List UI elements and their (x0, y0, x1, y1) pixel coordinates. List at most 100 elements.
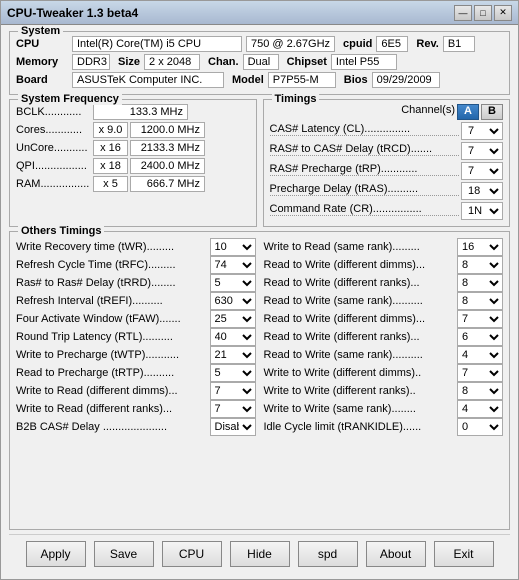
other-select-r3[interactable]: 8 (457, 292, 503, 310)
ram-value: 666.7 MHz (130, 176, 205, 192)
save-button[interactable]: Save (94, 541, 154, 567)
cores-multi: x 9.0 (93, 122, 128, 138)
memory-row: Memory DDR3 Size 2 x 2048 Chan. Dual Chi… (16, 54, 503, 70)
other-select-4[interactable]: 25 (210, 310, 256, 328)
other-select-5[interactable]: 40 (210, 328, 256, 346)
other-label-10: B2B CAS# Delay ..................... (16, 421, 208, 433)
other-row-r6: Read to Write (same rank).......... 4 (264, 346, 504, 364)
other-select-10[interactable]: Disab. (210, 418, 256, 436)
other-select-6[interactable]: 21 (210, 346, 256, 364)
mem-size: 2 x 2048 (144, 54, 200, 70)
others-panel: Others Timings Write Recovery time (tWR)… (9, 231, 510, 530)
apply-button[interactable]: Apply (26, 541, 86, 567)
other-label-2: Ras# to Ras# Delay (tRRD)........ (16, 277, 208, 289)
other-label-r8: Write to Write (different ranks).. (264, 385, 456, 397)
bclk-row: BCLK............ 133.3 MHz (16, 104, 250, 120)
bios-value: 09/29/2009 (372, 72, 440, 88)
freq-panel: System Frequency BCLK............ 133.3 … (9, 99, 257, 227)
rcd-label: RAS# to CAS# Delay (tRCD)....... (270, 143, 460, 156)
chan-label: Chan. (208, 56, 239, 68)
other-select-2[interactable]: 5 (210, 274, 256, 292)
rcd-select[interactable]: 78 (461, 142, 503, 160)
ras-select[interactable]: 1820 (461, 182, 503, 200)
other-label-r0: Write to Read (same rank)......... (264, 241, 456, 253)
other-select-7[interactable]: 5 (210, 364, 256, 382)
model-value: P7P55-M (268, 72, 336, 88)
ras-row: Precharge Delay (tRAS).......... 1820 (270, 182, 504, 200)
qpi-label: QPI................. (16, 160, 91, 172)
window-controls: — □ ✕ (454, 5, 512, 21)
other-row-r4: Read to Write (different dimms)... 7 (264, 310, 504, 328)
chan-value: Dual (243, 54, 279, 70)
rp-row: RAS# Precharge (tRP)............ 78 (270, 162, 504, 180)
ram-multi: x 5 (93, 176, 128, 192)
other-select-r1[interactable]: 8 (457, 256, 503, 274)
other-select-r9[interactable]: 4 (457, 400, 503, 418)
other-select-9[interactable]: 7 (210, 400, 256, 418)
other-label-r7: Write to Write (different dimms).. (264, 367, 456, 379)
other-select-r2[interactable]: 8 (457, 274, 503, 292)
rev-label: Rev. (416, 38, 438, 50)
other-row-r0: Write to Read (same rank)......... 16 (264, 238, 504, 256)
bottom-bar: Apply Save CPU Hide spd About Exit (9, 534, 510, 573)
cores-label: Cores............ (16, 124, 91, 136)
ram-label: RAM................ (16, 178, 91, 190)
cr-label: Command Rate (CR)................ (270, 203, 460, 216)
other-select-1[interactable]: 74 (210, 256, 256, 274)
hide-button[interactable]: Hide (230, 541, 290, 567)
other-row-r2: Read to Write (different ranks)... 8 (264, 274, 504, 292)
rp-select[interactable]: 78 (461, 162, 503, 180)
main-content: System CPU Intel(R) Core(TM) i5 CPU 750 … (1, 25, 518, 579)
other-label-r9: Write to Write (same rank)........ (264, 403, 456, 415)
rev-value: B1 (443, 36, 475, 52)
bclk-value: 133.3 MHz (93, 104, 188, 120)
other-select-r0[interactable]: 16 (457, 238, 503, 256)
other-label-1: Refresh Cycle Time (tRFC)......... (16, 259, 208, 271)
bios-label: Bios (344, 74, 368, 86)
others-grid: Write Recovery time (tWR)......... 10 Re… (16, 238, 503, 436)
other-row-6: Write to Precharge (tWTP)........... 21 (16, 346, 256, 364)
rp-label: RAS# Precharge (tRP)............ (270, 163, 460, 176)
other-row-8: Write to Read (different dimms)... 7 (16, 382, 256, 400)
qpi-value: 2400.0 MHz (130, 158, 205, 174)
title-bar: CPU-Tweaker 1.3 beta4 — □ ✕ (1, 1, 518, 25)
channel-b-button[interactable]: B (481, 104, 503, 120)
exit-button[interactable]: Exit (434, 541, 494, 567)
cpu-label: CPU (16, 38, 68, 50)
other-label-r4: Read to Write (different dimms)... (264, 313, 456, 325)
close-button[interactable]: ✕ (494, 5, 512, 21)
channel-a-button[interactable]: A (457, 104, 479, 120)
other-select-0[interactable]: 10 (210, 238, 256, 256)
memory-label: Memory (16, 56, 68, 68)
other-select-r6[interactable]: 4 (457, 346, 503, 364)
other-row-1: Refresh Cycle Time (tRFC)......... 74 (16, 256, 256, 274)
channel-header: Channel(s) A B (270, 104, 504, 120)
cr-select[interactable]: 1N2N (461, 202, 503, 220)
spd-button[interactable]: spd (298, 541, 358, 567)
minimize-button[interactable]: — (454, 5, 472, 21)
about-button[interactable]: About (366, 541, 426, 567)
other-select-r10[interactable]: 0 (457, 418, 503, 436)
other-label-4: Four Activate Window (tFAW)....... (16, 313, 208, 325)
system-group: System CPU Intel(R) Core(TM) i5 CPU 750 … (9, 31, 510, 95)
other-label-6: Write to Precharge (tWTP)........... (16, 349, 208, 361)
board-value: ASUSTeK Computer INC. (72, 72, 224, 88)
other-row-0: Write Recovery time (tWR)......... 10 (16, 238, 256, 256)
other-row-r7: Write to Write (different dimms).. 7 (264, 364, 504, 382)
window-title: CPU-Tweaker 1.3 beta4 (7, 6, 138, 20)
chipset-value: Intel P55 (331, 54, 397, 70)
bclk-label: BCLK............ (16, 106, 91, 118)
other-select-r5[interactable]: 6 (457, 328, 503, 346)
other-row-3: Refresh Interval (tREFI).......... 630 (16, 292, 256, 310)
other-select-r4[interactable]: 7 (457, 310, 503, 328)
other-select-8[interactable]: 7 (210, 382, 256, 400)
board-row: Board ASUSTeK Computer INC. Model P7P55-… (16, 72, 503, 88)
other-row-7: Read to Precharge (tRTP).......... 5 (16, 364, 256, 382)
other-select-3[interactable]: 630 (210, 292, 256, 310)
maximize-button[interactable]: □ (474, 5, 492, 21)
other-select-r8[interactable]: 8 (457, 382, 503, 400)
other-select-r7[interactable]: 7 (457, 364, 503, 382)
cas-select[interactable]: 789 (461, 122, 503, 140)
cpu-button[interactable]: CPU (162, 541, 222, 567)
model-label: Model (232, 74, 264, 86)
